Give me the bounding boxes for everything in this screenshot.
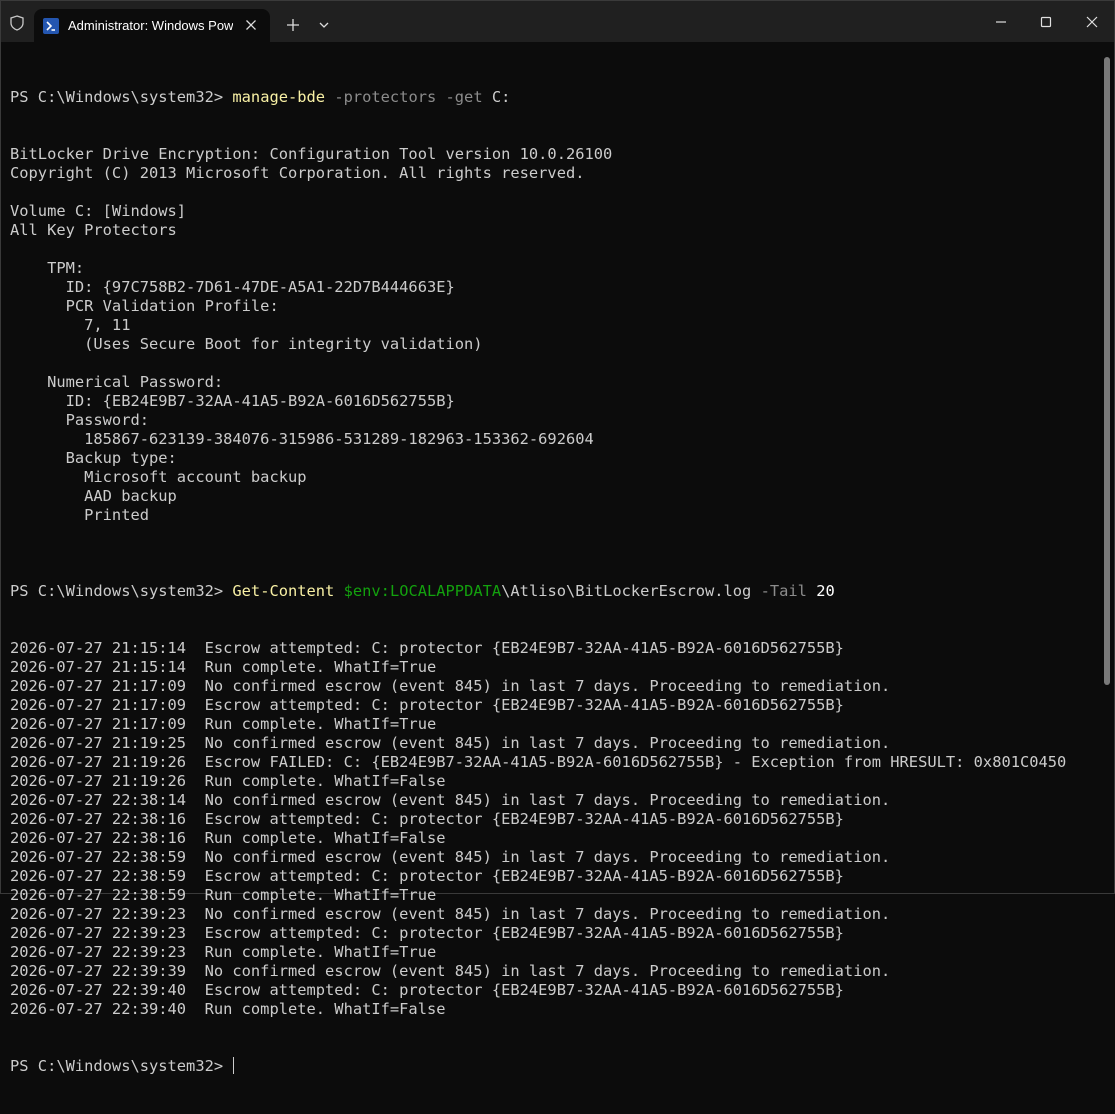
command-path: \Atliso\BitLockerEscrow.log [501,582,752,600]
prompt: PS C:\Windows\system32> [10,582,233,600]
tab-powershell[interactable]: Administrator: Windows PowerShell [34,9,270,42]
output-line: (Uses Secure Boot for integrity validati… [10,335,483,353]
prompt: PS C:\Windows\system32> [10,1057,233,1075]
output-line: ID: {97C758B2-7D61-47DE-A5A1-22D7B444663… [10,278,455,296]
command-parameter: -protectors -get [325,88,483,106]
output-line: AAD backup [10,487,177,505]
output-line: 2026-07-27 22:38:16 Run complete. WhatIf… [10,829,446,847]
output-line: BitLocker Drive Encryption: Configuratio… [10,145,613,163]
output-line: 2026-07-27 22:38:14 No confirmed escrow … [10,791,891,809]
output-line: Printed [10,506,149,524]
prompt: PS C:\Windows\system32> [10,88,233,106]
powershell-icon [43,18,59,34]
scrollbar-thumb[interactable] [1104,57,1110,685]
output-line: 2026-07-27 21:15:14 Escrow attempted: C:… [10,639,844,657]
output-line: Backup type: [10,449,177,467]
output-line: ID: {EB24E9B7-32AA-41A5-B92A-6016D562755… [10,392,455,410]
output-line: 2026-07-27 21:19:26 Run complete. WhatIf… [10,772,446,790]
output-line: Numerical Password: [10,373,224,391]
env-variable: $env:LOCALAPPDATA [343,582,502,600]
output-line: PCR Validation Profile: [10,297,279,315]
terminal-window: Administrator: Windows PowerShell PS C:\… [0,0,1115,1075]
command-line-2: PS C:\Windows\system32> Get-Content $env… [10,582,1100,601]
output-line: 2026-07-27 21:19:26 Escrow FAILED: C: {E… [10,753,1067,771]
output-line: 2026-07-27 22:39:39 No confirmed escrow … [10,962,891,980]
output-line: 185867-623139-384076-315986-531289-18296… [10,430,594,448]
output-line: 2026-07-27 22:39:40 Run complete. WhatIf… [10,1000,446,1018]
manage-bde-output: BitLocker Drive Encryption: Configuratio… [10,145,1100,544]
output-line: 2026-07-27 22:38:59 Escrow attempted: C:… [10,867,844,885]
log-output: 2026-07-27 21:15:14 Escrow attempted: C:… [10,639,1100,1019]
output-line: 2026-07-27 21:19:25 No confirmed escrow … [10,734,891,752]
plus-icon[interactable] [283,15,303,35]
output-line: Volume C: [Windows] [10,202,187,220]
text-cursor [233,1057,235,1074]
output-line: TPM: [10,259,85,277]
window-close-icon[interactable] [1080,11,1104,33]
command-parameter: -Tail [751,582,807,600]
output-line: 2026-07-27 21:15:14 Run complete. WhatIf… [10,658,437,676]
command-line-1: PS C:\Windows\system32> manage-bde -prot… [10,88,1100,107]
output-line: 2026-07-27 21:17:09 Run complete. WhatIf… [10,715,437,733]
title-bar[interactable]: Administrator: Windows PowerShell [1,1,1114,42]
command-name: Get-Content [232,582,335,600]
close-icon[interactable] [243,17,259,33]
minimize-icon[interactable] [989,11,1013,33]
command-argument: C: [482,88,511,106]
output-line: Microsoft account backup [10,468,307,486]
maximize-icon[interactable] [1034,11,1058,33]
output-line: 7, 11 [10,316,131,334]
output-line: 2026-07-27 22:39:23 Escrow attempted: C:… [10,924,844,942]
output-line: 2026-07-27 21:17:09 No confirmed escrow … [10,677,891,695]
output-line: 2026-07-27 22:39:23 Run complete. WhatIf… [10,943,437,961]
output-line: Password: [10,411,149,429]
tab-title: Administrator: Windows PowerShell [68,18,233,33]
output-line: 2026-07-27 21:17:09 Escrow attempted: C:… [10,696,844,714]
command-number: 20 [816,582,835,600]
current-prompt-line[interactable]: PS C:\Windows\system32> [10,1057,1100,1076]
chevron-down-icon[interactable] [314,15,334,35]
output-line: Copyright (C) 2013 Microsoft Corporation… [10,164,585,182]
output-line: 2026-07-27 22:38:59 Run complete. WhatIf… [10,886,437,904]
shield-icon [9,15,25,31]
output-line: 2026-07-27 22:38:16 Escrow attempted: C:… [10,810,844,828]
command-name: manage-bde [232,88,326,106]
output-line: 2026-07-27 22:38:59 No confirmed escrow … [10,848,891,866]
output-line: 2026-07-27 22:39:40 Escrow attempted: C:… [10,981,844,999]
output-line: All Key Protectors [10,221,177,239]
output-line: 2026-07-27 22:39:23 No confirmed escrow … [10,905,891,923]
terminal-output[interactable]: PS C:\Windows\system32> manage-bde -prot… [10,50,1100,1075]
